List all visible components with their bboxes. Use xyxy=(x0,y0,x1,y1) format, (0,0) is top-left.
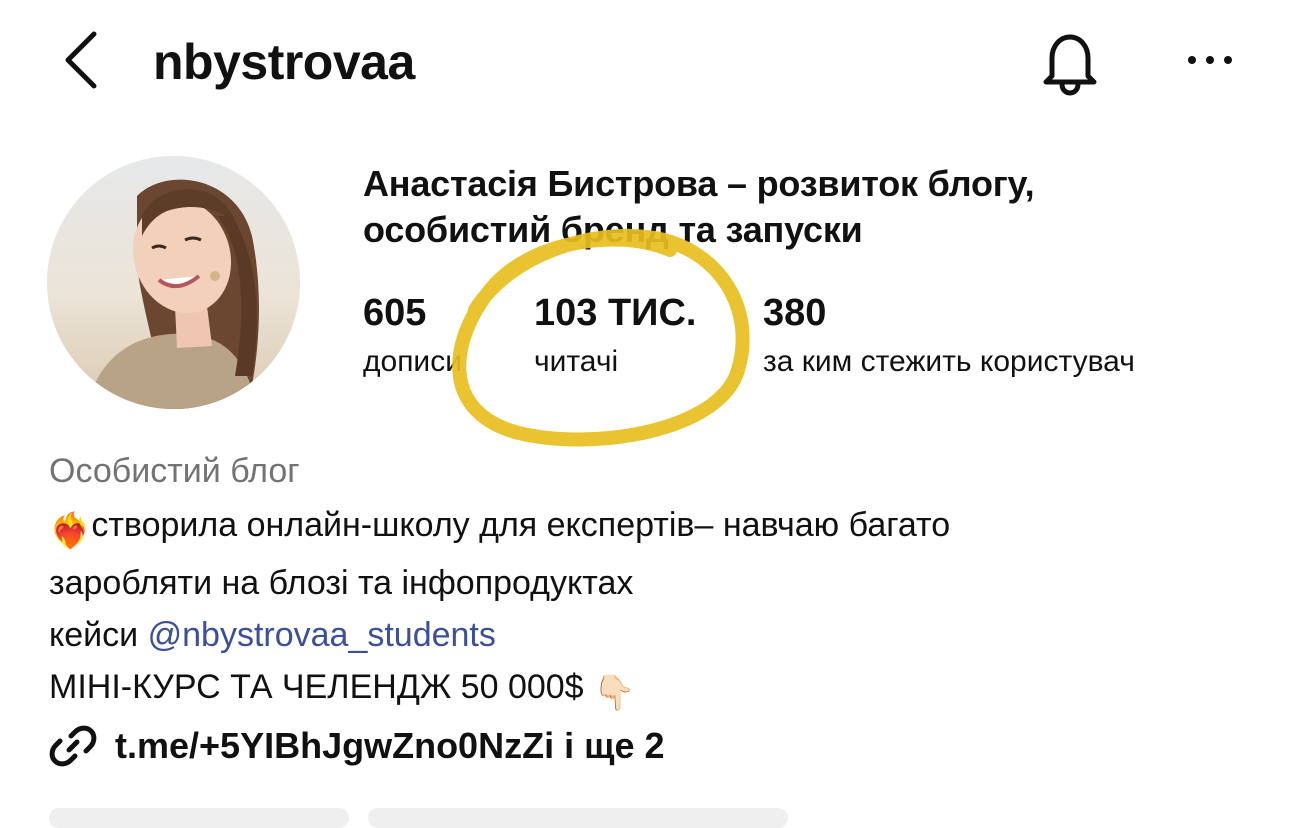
bio-line-1-text: створила онлайн-школу для експертів– нав… xyxy=(91,506,951,544)
profile-avatar[interactable] xyxy=(47,156,300,409)
bio-line-3: кейси @nbystrovaa_students xyxy=(49,609,1269,661)
profile-display-name: Анастасія Бистрова – розвиток блогу, осо… xyxy=(363,161,1243,253)
display-name-line-1: Анастасія Бистрова – розвиток блогу, xyxy=(363,163,1035,204)
stat-following[interactable]: 380 за ким стежить користувач xyxy=(763,290,1135,382)
profile-username: nbystrovaa xyxy=(153,34,415,90)
avatar-photo xyxy=(47,156,300,409)
external-link[interactable]: t.me/+5YIBhJgwZno0NzZi і ще 2 xyxy=(49,722,665,774)
pointing-down-emoji: 👇🏻 xyxy=(593,674,636,712)
bio-line-4: МІНІ-КУРС ТА ЧЕЛЕНДЖ 50 000$ 👇🏻 xyxy=(49,661,1269,719)
stat-posts[interactable]: 605 дописи xyxy=(363,290,462,382)
followers-label: читачі xyxy=(534,345,619,378)
bio-line-1: ❤️‍🔥створила онлайн-школу для експертів–… xyxy=(49,499,1269,557)
students-mention-link[interactable]: @nbystrovaa_students xyxy=(148,616,496,654)
back-button[interactable] xyxy=(58,28,106,92)
heart-on-fire-emoji: ❤️‍🔥 xyxy=(49,512,92,550)
more-options-button[interactable] xyxy=(1180,40,1240,80)
chevron-left-icon xyxy=(65,31,97,89)
bell-icon xyxy=(1043,34,1097,96)
followers-count: 103 ТИС. xyxy=(534,292,697,334)
more-horizontal-icon xyxy=(1188,56,1232,64)
bio-line-3-prefix: кейси xyxy=(49,616,148,654)
posts-label: дописи xyxy=(363,345,462,378)
profile-bio: ❤️‍🔥створила онлайн-школу для експертів–… xyxy=(49,499,1269,719)
link-icon xyxy=(49,722,97,770)
profile-action-button[interactable] xyxy=(49,808,349,828)
following-label: за ким стежить користувач xyxy=(763,345,1135,378)
bio-line-4-text: МІНІ-КУРС ТА ЧЕЛЕНДЖ 50 000$ xyxy=(49,668,584,706)
following-count: 380 xyxy=(763,292,827,334)
profile-action-button[interactable] xyxy=(368,808,788,828)
external-link-text: t.me/+5YIBhJgwZno0NzZi і ще 2 xyxy=(115,725,665,766)
posts-count: 605 xyxy=(363,292,427,334)
notifications-button[interactable] xyxy=(1034,28,1106,96)
stat-followers[interactable]: 103 ТИС. читачі xyxy=(534,290,696,382)
bio-line-2: заробляти на блозі та інфопродуктах xyxy=(49,564,634,602)
display-name-line-2: особистий бренд та запуски xyxy=(363,209,863,250)
profile-category: Особистий блог xyxy=(49,452,300,490)
